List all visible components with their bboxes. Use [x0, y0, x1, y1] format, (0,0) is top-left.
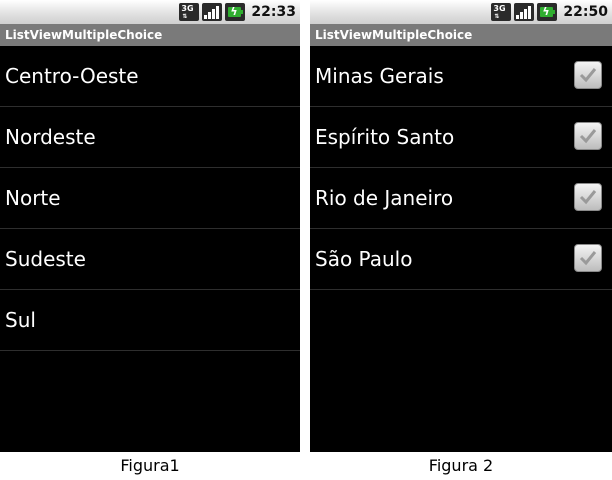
status-icons: 3G ⇅ ϟ 22:50 — [491, 0, 608, 24]
3g-network-icon: 3G ⇅ — [179, 3, 200, 21]
state-list: Minas Gerais Espírito Santo Rio de Janei… — [310, 46, 612, 290]
battery-charging-icon: ϟ — [537, 3, 558, 21]
app-title: ListViewMultipleChoice — [0, 24, 300, 46]
app-title: ListViewMultipleChoice — [310, 24, 612, 46]
list-item[interactable]: Centro-Oeste — [0, 46, 300, 107]
signal-strength-icon — [514, 3, 535, 21]
status-bar: 3G ⇅ ϟ 22:50 — [310, 0, 612, 24]
status-icons: 3G ⇅ ϟ 22:33 — [179, 0, 296, 24]
figure-caption-2: Figura 2 — [428, 456, 494, 475]
list-item-label: Espírito Santo — [315, 125, 455, 149]
phone-screen-1: 3G ⇅ ϟ 22:33 ListViewMultipleChoice Centr… — [0, 0, 300, 452]
list-item-label: Sul — [5, 308, 36, 332]
list-item-label: Rio de Janeiro — [315, 186, 454, 210]
checkbox-checked-icon[interactable] — [574, 244, 602, 272]
list-item-label: Nordeste — [5, 125, 96, 149]
list-item-label: Minas Gerais — [315, 64, 444, 88]
list-item[interactable]: Minas Gerais — [310, 46, 612, 107]
status-clock: 22:33 — [251, 4, 296, 20]
checkbox-checked-icon[interactable] — [574, 61, 602, 89]
list-item[interactable]: São Paulo — [310, 229, 612, 290]
list-item[interactable]: Sudeste — [0, 229, 300, 290]
region-list: Centro-Oeste Nordeste Norte Sudeste Sul — [0, 46, 300, 351]
checkbox-checked-icon[interactable] — [574, 122, 602, 150]
checkbox-checked-icon[interactable] — [574, 183, 602, 211]
list-item-label: São Paulo — [315, 247, 413, 271]
figure-caption-1: Figura1 — [120, 456, 180, 475]
list-item-label: Norte — [5, 186, 61, 210]
phone-screen-2: 3G ⇅ ϟ 22:50 ListViewMultipleChoice Minas… — [310, 0, 612, 452]
list-item-label: Sudeste — [5, 247, 86, 271]
status-clock: 22:50 — [563, 4, 608, 20]
list-item[interactable]: Nordeste — [0, 107, 300, 168]
list-item[interactable]: Norte — [0, 168, 300, 229]
3g-network-icon: 3G ⇅ — [491, 3, 512, 21]
list-item-label: Centro-Oeste — [5, 64, 139, 88]
list-item[interactable]: Rio de Janeiro — [310, 168, 612, 229]
status-bar: 3G ⇅ ϟ 22:33 — [0, 0, 300, 24]
signal-strength-icon — [202, 3, 223, 21]
list-item[interactable]: Sul — [0, 290, 300, 351]
list-item[interactable]: Espírito Santo — [310, 107, 612, 168]
battery-charging-icon: ϟ — [225, 3, 246, 21]
